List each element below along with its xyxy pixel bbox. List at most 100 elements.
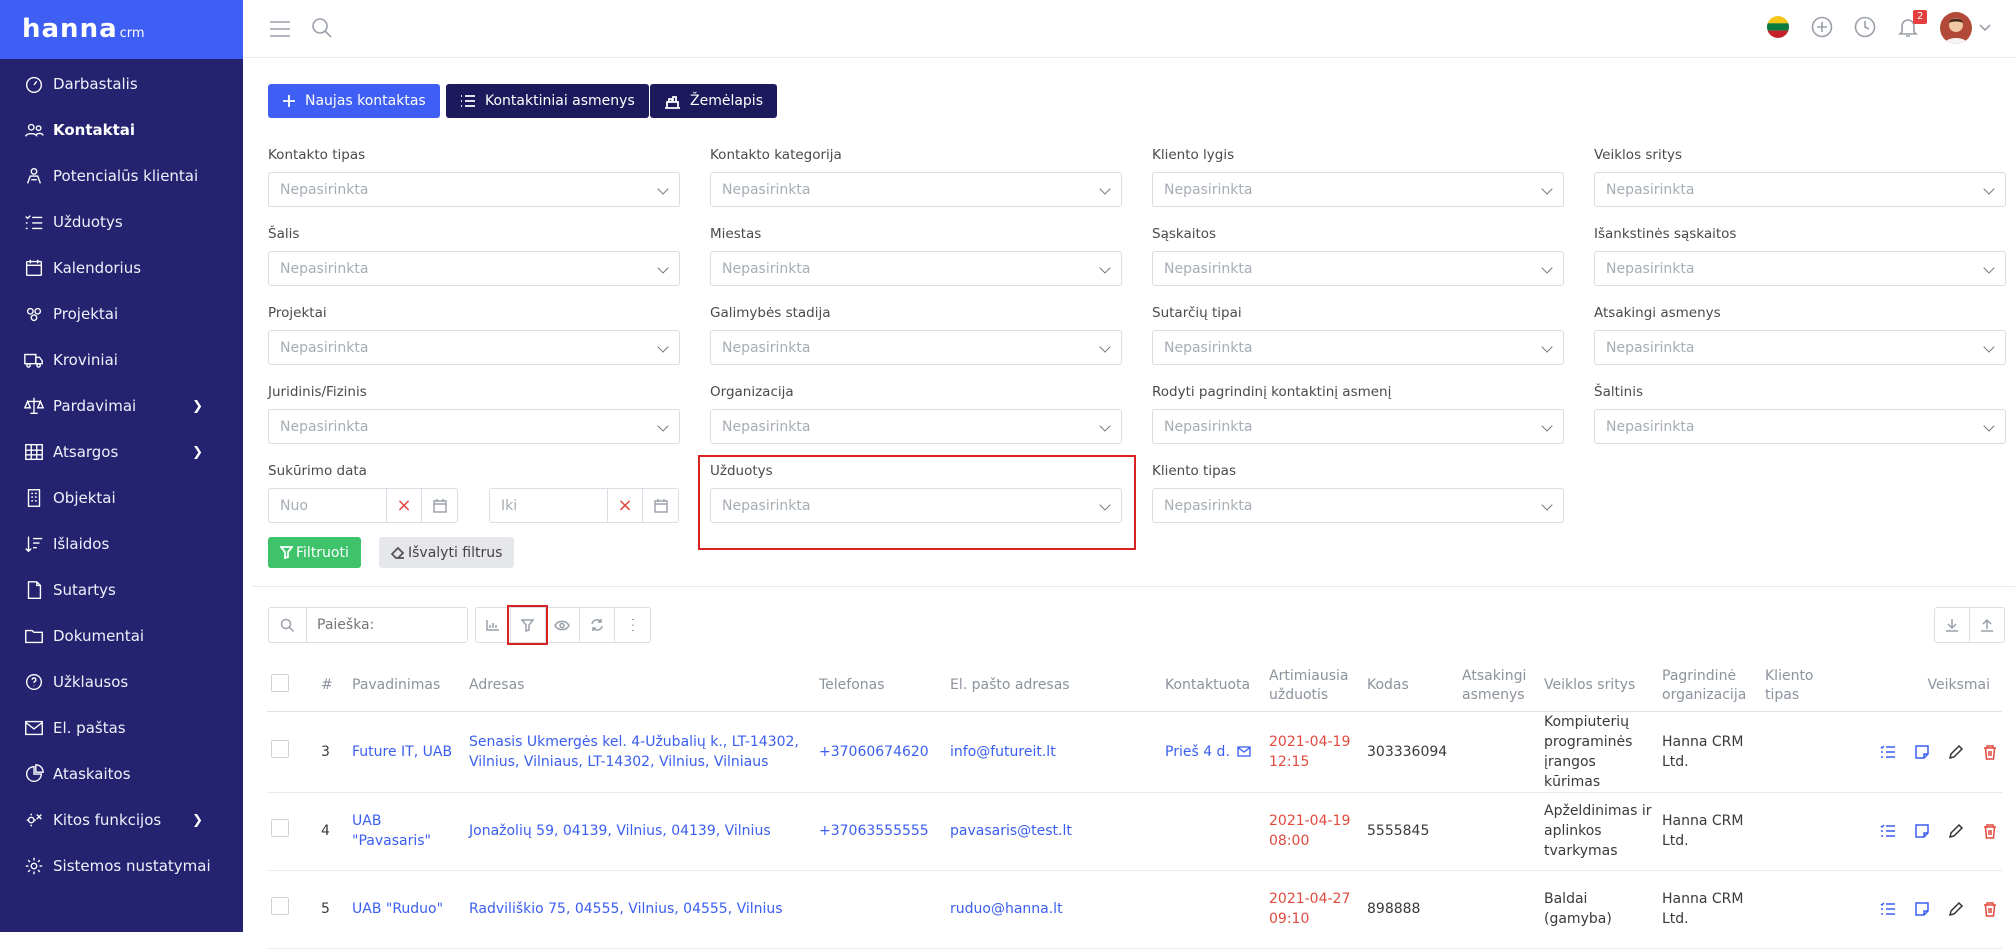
country-select[interactable]: Nepasirinkta: [268, 251, 680, 286]
sidebar-item-kalendorius[interactable]: Kalendorius: [0, 245, 243, 291]
client-type-select[interactable]: Nepasirinkta: [1152, 488, 1564, 523]
column-header[interactable]: Telefonas: [815, 661, 946, 712]
activity-areas-select[interactable]: Nepasirinkta: [1594, 172, 2006, 207]
sidebar-item-kroviniai[interactable]: Kroviniai: [0, 337, 243, 383]
tasks-icon[interactable]: [1880, 744, 1896, 760]
contact-type-select[interactable]: Nepasirinkta: [268, 172, 680, 207]
address-link[interactable]: Radviliškio 75, 04555, Vilnius, 04555, V…: [465, 870, 815, 949]
phone-link[interactable]: +37063555555: [815, 792, 946, 871]
new-contact-button[interactable]: Naujas kontaktas: [268, 84, 440, 118]
filter-button[interactable]: Filtruoti: [268, 537, 361, 568]
sidebar-item-darbastalis[interactable]: Darbastalis: [0, 61, 243, 107]
email-link[interactable]: pavasaris@test.lt: [946, 792, 1161, 871]
tasks-icon[interactable]: [1880, 823, 1896, 839]
contact-name-link[interactable]: Future IT, UAB: [348, 711, 465, 793]
contact-persons-button[interactable]: Kontaktiniai asmenys: [446, 84, 649, 118]
column-header[interactable]: Atsakingi asmenys: [1458, 661, 1540, 712]
note-icon[interactable]: [1914, 901, 1930, 917]
calendar-icon[interactable]: [422, 489, 457, 522]
trash-icon[interactable]: [1982, 823, 1998, 839]
contacted-cell[interactable]: Prieš 4 d.: [1161, 711, 1265, 793]
email-link[interactable]: info@futureit.lt: [946, 711, 1161, 793]
column-header[interactable]: Pavadinimas: [348, 661, 465, 712]
sidebar-item-el-pastas[interactable]: El. paštas: [0, 705, 243, 751]
column-header[interactable]: Veiklos sritys: [1540, 661, 1658, 712]
sidebar-item-potencialus-klientai[interactable]: Potencialūs klientai: [0, 153, 243, 199]
contacted-cell[interactable]: [1161, 870, 1265, 949]
column-header[interactable]: El. pašto adresas: [946, 661, 1161, 712]
contact-name-link[interactable]: UAB "Pavasaris": [348, 792, 465, 871]
table-row[interactable]: 3 Future IT, UAB Senasis Ukmergės kel. 4…: [267, 711, 2002, 793]
logo[interactable]: hanna crm: [0, 0, 243, 59]
sidebar-item-pardavimai[interactable]: Pardavimai ❯: [0, 383, 243, 429]
clear-filters-button[interactable]: Išvalyti filtrus: [379, 537, 515, 568]
opportunity-stage-select[interactable]: Nepasirinkta: [710, 330, 1122, 365]
column-header[interactable]: #: [317, 661, 348, 712]
clear-icon[interactable]: ×: [387, 489, 422, 522]
contact-name-link[interactable]: UAB "Ruduo": [348, 870, 465, 949]
pencil-icon[interactable]: [1948, 901, 1964, 917]
legal-physical-select[interactable]: Nepasirinkta: [268, 409, 680, 444]
hamburger-menu-icon[interactable]: [267, 16, 293, 42]
sidebar-item-objektai[interactable]: Objektai: [0, 475, 243, 521]
avatar[interactable]: [1940, 12, 1972, 44]
chart-icon[interactable]: [476, 608, 511, 642]
sidebar-item-sistemos-nustatymai[interactable]: Sistemos nustatymai: [0, 843, 243, 889]
table-row[interactable]: 4 UAB "Pavasaris" Jonažolių 59, 04139, V…: [267, 792, 2002, 871]
table-search-input[interactable]: [307, 608, 467, 642]
column-header[interactable]: Kontaktuota: [1161, 661, 1265, 712]
contract-types-select[interactable]: Nepasirinkta: [1152, 330, 1564, 365]
column-header[interactable]: Artimiausia užduotis: [1265, 661, 1363, 712]
chevron-down-icon[interactable]: [1976, 18, 1994, 36]
show-main-contact-select[interactable]: Nepasirinkta: [1152, 409, 1564, 444]
column-header[interactable]: Adresas: [465, 661, 815, 712]
add-circle-icon[interactable]: [1809, 14, 1835, 40]
column-header[interactable]: Kliento tipas: [1761, 661, 1841, 712]
sidebar-item-ataskaitos[interactable]: Ataskaitos: [0, 751, 243, 797]
sidebar-item-sutartys[interactable]: Sutartys: [0, 567, 243, 613]
pencil-icon[interactable]: [1948, 823, 1964, 839]
sidebar-item-uzklausos[interactable]: Užklausos: [0, 659, 243, 705]
created-to-field[interactable]: Iki ×: [489, 488, 679, 523]
proforma-invoices-select[interactable]: Nepasirinkta: [1594, 251, 2006, 286]
clear-icon[interactable]: ×: [608, 489, 643, 522]
clock-icon[interactable]: [1852, 14, 1878, 40]
select-all-checkbox[interactable]: [267, 661, 317, 712]
address-link[interactable]: Jonažolių 59, 04139, Vilnius, 04139, Vil…: [465, 792, 815, 871]
sidebar-item-islaidos[interactable]: Išlaidos: [0, 521, 243, 567]
contact-category-select[interactable]: Nepasirinkta: [710, 172, 1122, 207]
date-to-input[interactable]: Iki: [490, 489, 608, 522]
sidebar-item-atsargos[interactable]: Atsargos ❯: [0, 429, 243, 475]
eye-icon[interactable]: [546, 608, 581, 642]
language-flag-icon[interactable]: [1767, 16, 1789, 38]
trash-icon[interactable]: [1982, 901, 1998, 917]
client-level-select[interactable]: Nepasirinkta: [1152, 172, 1564, 207]
row-checkbox[interactable]: [267, 870, 317, 949]
sidebar-item-kitos-funkcijos[interactable]: Kitos funkcijos ❯: [0, 797, 243, 843]
calendar-icon[interactable]: [643, 489, 678, 522]
more-vertical-icon[interactable]: [615, 608, 650, 642]
search-box[interactable]: [268, 607, 468, 643]
source-select[interactable]: Nepasirinkta: [1594, 409, 2006, 444]
download-icon[interactable]: [1935, 608, 1970, 642]
row-checkbox[interactable]: [267, 792, 317, 871]
column-header[interactable]: Pagrindinė organizacija: [1658, 661, 1761, 712]
phone-link[interactable]: [815, 870, 946, 949]
map-button[interactable]: Žemėlapis: [650, 84, 777, 118]
column-header[interactable]: Kodas: [1363, 661, 1458, 712]
sidebar-item-projektai[interactable]: Projektai: [0, 291, 243, 337]
address-link[interactable]: Senasis Ukmergės kel. 4-Užubalių k., LT-…: [465, 711, 815, 793]
sidebar-item-kontaktai[interactable]: Kontaktai: [0, 107, 243, 153]
sidebar-item-uzduotys[interactable]: Užduotys: [0, 199, 243, 245]
pencil-icon[interactable]: [1948, 744, 1964, 760]
created-from-field[interactable]: Nuo ×: [268, 488, 458, 523]
organization-select[interactable]: Nepasirinkta: [710, 409, 1122, 444]
invoices-select[interactable]: Nepasirinkta: [1152, 251, 1564, 286]
table-row[interactable]: 5 UAB "Ruduo" Radviliškio 75, 04555, Vil…: [267, 870, 2002, 949]
responsible-persons-select[interactable]: Nepasirinkta: [1594, 330, 2006, 365]
note-icon[interactable]: [1914, 823, 1930, 839]
sidebar-item-dokumentai[interactable]: Dokumentai: [0, 613, 243, 659]
phone-link[interactable]: +37060674620: [815, 711, 946, 793]
projects-select[interactable]: Nepasirinkta: [268, 330, 680, 365]
row-checkbox[interactable]: [267, 711, 317, 793]
